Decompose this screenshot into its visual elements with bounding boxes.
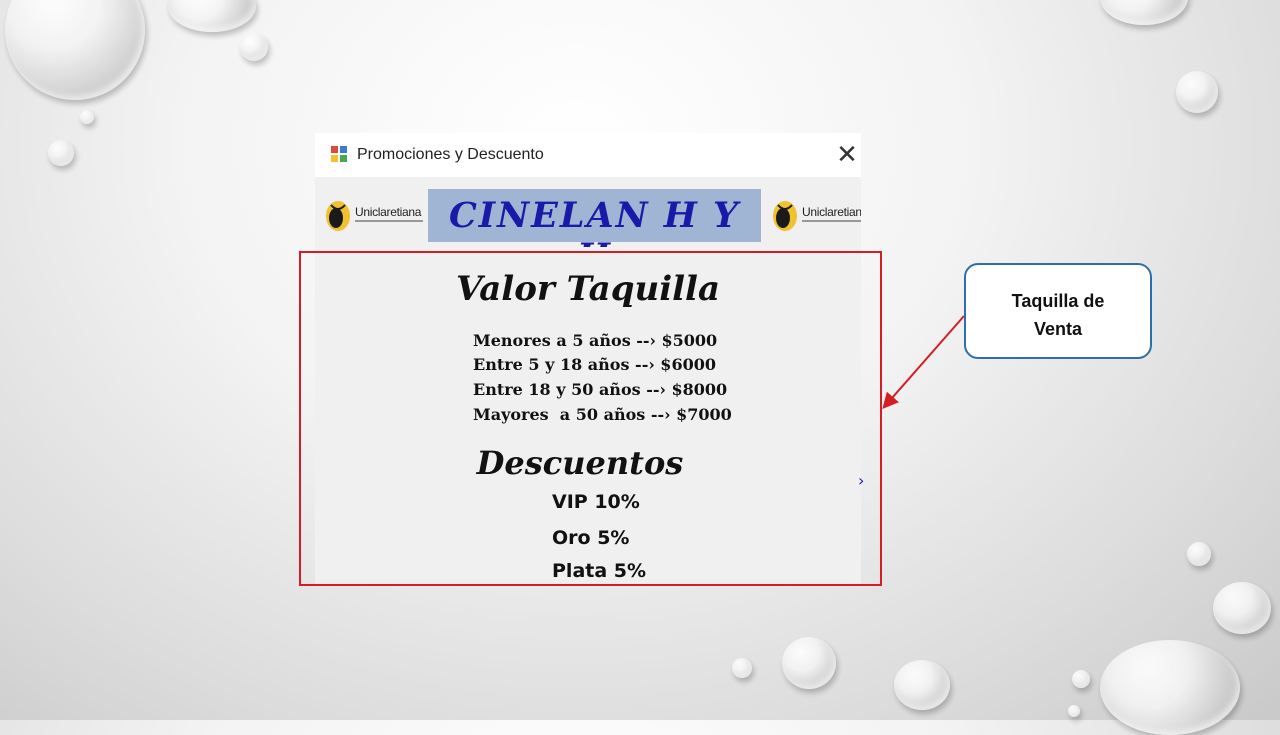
callout-text: Taquilla de Venta xyxy=(966,287,1150,343)
callout-line: Venta xyxy=(1033,319,1083,339)
callout-line: Taquilla de xyxy=(1011,291,1105,311)
callout-box: Taquilla de Venta xyxy=(964,263,1152,359)
callout-arrow xyxy=(882,315,965,410)
